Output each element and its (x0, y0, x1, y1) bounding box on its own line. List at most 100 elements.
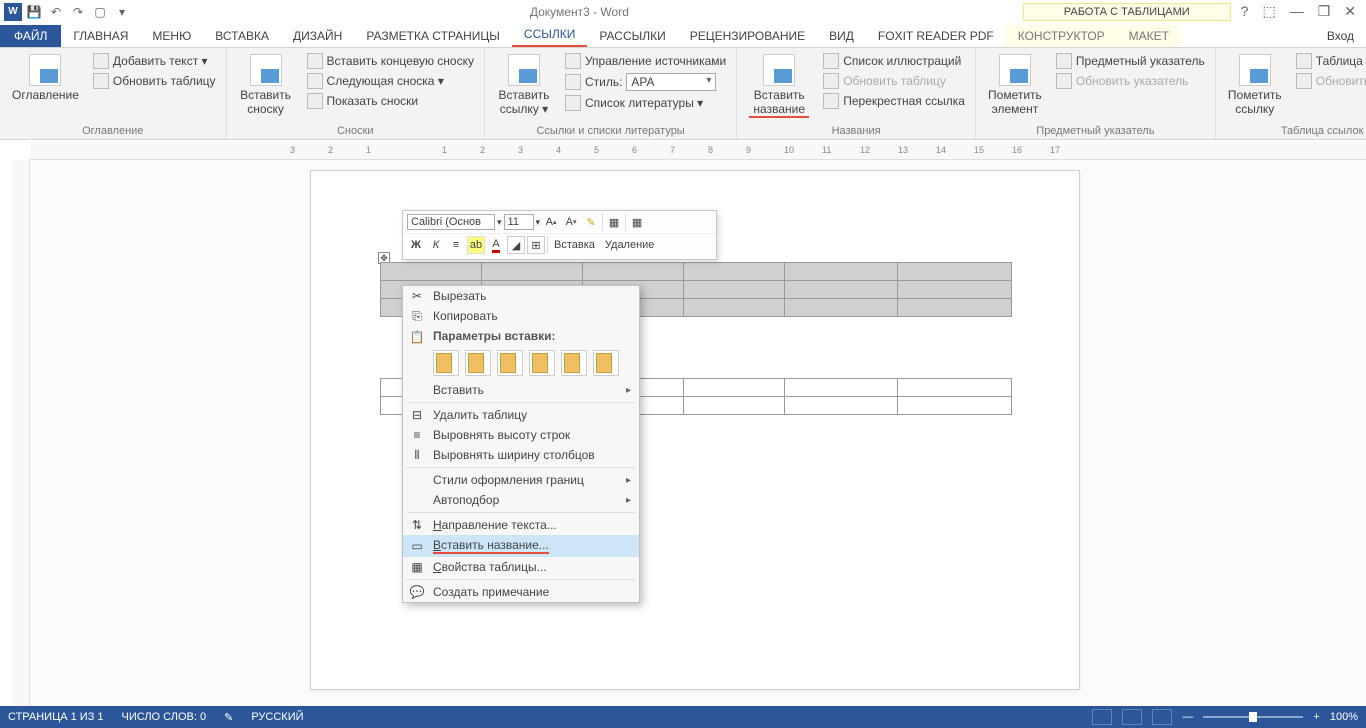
insert-footnote-button[interactable]: Вставить сноску (235, 52, 297, 118)
ctx-delete-table[interactable]: ⊟Удалить таблицу (403, 405, 639, 425)
insert-index-button[interactable]: Предметный указатель (1054, 52, 1207, 70)
ctx-autofit[interactable]: Автоподбор▸ (403, 490, 639, 510)
ctx-text-direction[interactable]: ⇅Направление текста... (403, 515, 639, 535)
tab-mailings[interactable]: РАССЫЛКИ (587, 25, 677, 47)
qat-more-icon[interactable]: ▾ (112, 2, 132, 22)
caption-icon (763, 54, 795, 86)
shading-icon[interactable]: ◢ (507, 236, 525, 254)
restore-icon[interactable]: ❐ (1318, 3, 1331, 20)
insert-authorities-button[interactable]: Таблица ссылок (1294, 52, 1366, 70)
toc-button[interactable]: Оглавление (8, 52, 83, 104)
update-toc-button[interactable]: Обновить таблицу (91, 72, 218, 90)
bibliography-icon (565, 95, 581, 111)
cross-ref-button[interactable]: Перекрестная ссылка (821, 92, 967, 110)
ctx-table-properties[interactable]: ▦Свойства таблицы... (403, 557, 639, 577)
tab-references[interactable]: ССЫЛКИ (512, 23, 587, 47)
word-icon: W (4, 3, 22, 21)
undo-icon[interactable]: ↶ (46, 2, 66, 22)
font-select[interactable]: Calibri (Основ (407, 214, 495, 230)
borders-icon[interactable]: ⊞ (527, 236, 545, 254)
fontsize-select[interactable]: 11 (504, 214, 534, 230)
manage-sources-button[interactable]: Управление источниками (563, 52, 728, 70)
tab-menu[interactable]: Меню (140, 25, 203, 47)
tab-home[interactable]: ГЛАВНАЯ (61, 25, 140, 47)
next-footnote-button[interactable]: Следующая сноска ▾ (305, 72, 476, 90)
insert-grid-icon[interactable]: ▦ (605, 213, 623, 231)
ctx-copy[interactable]: ⎘Копировать (403, 306, 639, 326)
zoom-in-icon[interactable]: + (1313, 711, 1319, 723)
mark-citation-button[interactable]: Пометить ссылку (1224, 52, 1286, 118)
help-icon[interactable]: ? (1241, 3, 1249, 20)
status-words[interactable]: ЧИСЛО СЛОВ: 0 (122, 711, 207, 723)
paste-opt-6[interactable] (593, 350, 619, 376)
style-select-row: Стиль: APA (563, 72, 728, 92)
bibliography-button[interactable]: Список литературы ▾ (563, 94, 728, 112)
insert-caption-button[interactable]: Вставить название (745, 52, 813, 120)
tab-constructor[interactable]: КОНСТРУКТОР (1006, 25, 1117, 47)
zoom-slider[interactable] (1203, 716, 1303, 718)
status-page[interactable]: СТРАНИЦА 1 ИЗ 1 (8, 711, 104, 723)
highlight-icon[interactable]: ab (467, 236, 485, 254)
add-text-button[interactable]: Добавить текст ▾ (91, 52, 218, 70)
ribbon-opts-icon[interactable]: ⬚ (1262, 3, 1275, 20)
ctx-distribute-cols[interactable]: ⦀Выровнять ширину столбцов (403, 445, 639, 465)
paste-opt-3[interactable] (497, 350, 523, 376)
show-footnotes-button[interactable]: Показать сноски (305, 92, 476, 110)
citation-icon (508, 54, 540, 86)
mark-entry-button[interactable]: Пометить элемент (984, 52, 1046, 118)
paste-opt-2[interactable] (465, 350, 491, 376)
tab-maket[interactable]: МАКЕТ (1117, 25, 1181, 47)
horizontal-ruler[interactable]: 3211234567891011121314151617 (30, 142, 1366, 160)
paste-opt-5[interactable] (561, 350, 587, 376)
grow-font-icon[interactable]: A▴ (542, 213, 560, 231)
view-read-icon[interactable] (1092, 709, 1112, 725)
citation-label: Вставить ссылку ▾ (497, 88, 551, 116)
align-icon[interactable]: ≡ (447, 236, 465, 254)
comment-icon: 💬 (409, 584, 425, 600)
tab-view[interactable]: ВИД (817, 25, 866, 47)
bold-button[interactable]: Ж (407, 236, 425, 254)
mark-citation-label: Пометить ссылку (1228, 88, 1282, 116)
tab-foxit[interactable]: Foxit Reader PDF (866, 25, 1006, 47)
vertical-ruler[interactable] (12, 160, 30, 706)
font-color-icon[interactable]: A (487, 236, 505, 254)
new-icon[interactable]: ▢ (90, 2, 110, 22)
format-painter-icon[interactable]: ✎ (582, 213, 600, 231)
italic-button[interactable]: К (427, 236, 445, 254)
tab-pagelayout[interactable]: РАЗМЕТКА СТРАНИЦЫ (354, 25, 512, 47)
minimize-icon[interactable]: — (1290, 3, 1304, 20)
tab-file[interactable]: ФАЙЛ (0, 25, 61, 47)
paste-opt-1[interactable] (433, 350, 459, 376)
ctx-border-styles[interactable]: Стили оформления границ▸ (403, 470, 639, 490)
ribbon-tabs: ФАЙЛ ГЛАВНАЯ Меню ВСТАВКА ДИЗАЙН РАЗМЕТК… (0, 24, 1366, 48)
insert-endnote-button[interactable]: Вставить концевую сноску (305, 52, 476, 70)
redo-icon[interactable]: ↷ (68, 2, 88, 22)
shrink-font-icon[interactable]: A▾ (562, 213, 580, 231)
citation-style-select[interactable]: APA (626, 73, 716, 91)
status-proofing-icon[interactable]: ✎ (224, 711, 233, 724)
save-icon[interactable]: 💾 (24, 2, 44, 22)
ctx-paste[interactable]: Вставить▸ (403, 380, 639, 400)
ctx-cut[interactable]: ✂Вырезать (403, 286, 639, 306)
paste-opt-4[interactable] (529, 350, 555, 376)
mini-delete-label[interactable]: Удаление (601, 239, 659, 251)
sign-in[interactable]: Вход (1315, 25, 1366, 47)
delete-grid-icon[interactable]: ▦ (628, 213, 646, 231)
mini-insert-label[interactable]: Вставка (550, 239, 599, 251)
endnote-icon (307, 53, 323, 69)
close-icon[interactable]: ✕ (1344, 3, 1356, 20)
zoom-out-icon[interactable]: — (1182, 711, 1193, 723)
ctx-new-comment[interactable]: 💬Создать примечание (403, 582, 639, 602)
ctx-insert-caption[interactable]: ▭Вставить название... (403, 535, 639, 557)
tab-insert[interactable]: ВСТАВКА (203, 25, 281, 47)
zoom-level[interactable]: 100% (1330, 711, 1358, 723)
insert-citation-button[interactable]: Вставить ссылку ▾ (493, 52, 555, 118)
view-print-icon[interactable] (1122, 709, 1142, 725)
table-row[interactable] (381, 263, 1012, 281)
ctx-distribute-rows[interactable]: ≡Выровнять высоту строк (403, 425, 639, 445)
tab-review[interactable]: РЕЦЕНЗИРОВАНИЕ (678, 25, 817, 47)
tab-design[interactable]: ДИЗАЙН (281, 25, 354, 47)
view-web-icon[interactable] (1152, 709, 1172, 725)
illustration-list-button[interactable]: Список иллюстраций (821, 52, 967, 70)
status-lang[interactable]: РУССКИЙ (251, 711, 303, 723)
